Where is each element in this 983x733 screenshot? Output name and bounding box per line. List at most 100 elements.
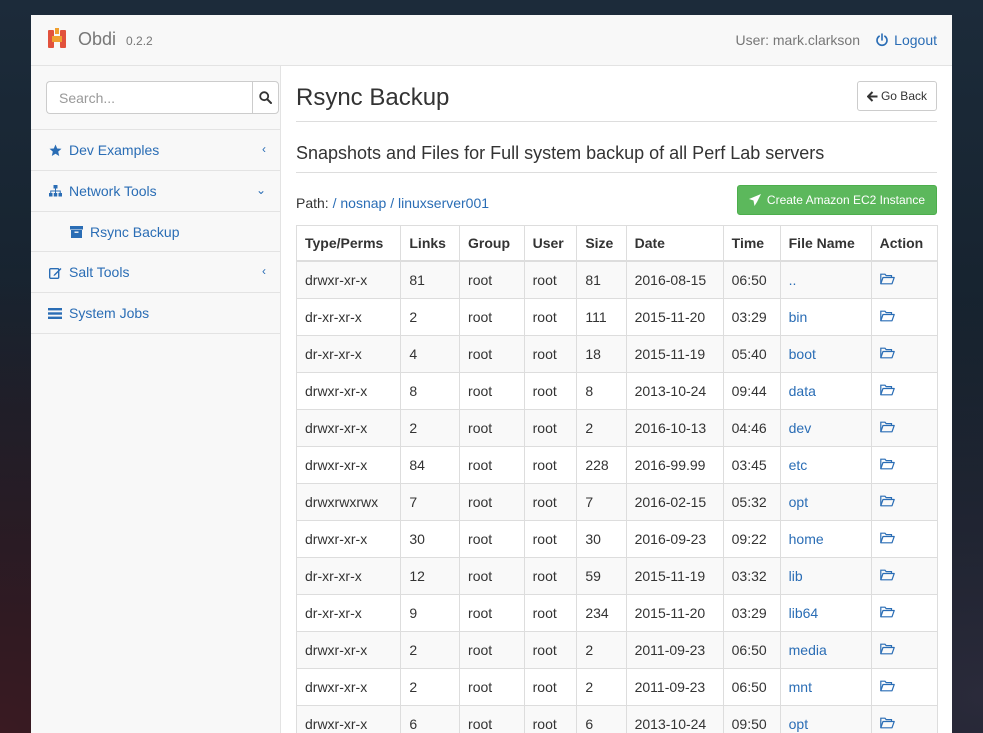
cell-size: 7 (576, 483, 627, 521)
column-header[interactable]: Links (400, 225, 461, 262)
create-ec2-instance-button[interactable]: Create Amazon EC2 Instance (736, 185, 937, 215)
path-link-nosnap[interactable]: nosnap (340, 195, 386, 211)
ec2-button-label: Create Amazon EC2 Instance (766, 193, 925, 207)
cell-type-perms: dr-xr-xr-x (295, 298, 402, 336)
table-row: dr-xr-xr-x 4 root root 18 2015-11-19 05:40 boot (295, 335, 939, 373)
folder-open-icon[interactable] (879, 457, 895, 473)
sidebar-item-rsync-backup[interactable]: Rsync Backup (31, 212, 280, 252)
cell-time: 05:32 (722, 483, 781, 521)
cell-date: 2015-11-19 (625, 557, 724, 595)
cell-user: root (523, 446, 578, 484)
power-icon (876, 33, 888, 47)
cell-links: 7 (400, 483, 461, 521)
cell-action (870, 260, 939, 299)
cell-file-name[interactable]: dev (779, 409, 872, 447)
cell-time: 03:29 (722, 298, 781, 336)
table-row: drwxrwxrwx 7 root root 7 2016-02-15 05:32 opt (295, 483, 939, 521)
sidebar-item-network-tools[interactable]: Network Tools ⌄ (31, 171, 280, 212)
cell-type-perms: drwxr-xr-x (295, 409, 402, 447)
column-header[interactable]: Type/Perms (295, 225, 402, 262)
column-header[interactable]: Group (459, 225, 525, 262)
folder-open-icon[interactable] (879, 420, 895, 436)
column-header[interactable]: File Name (779, 225, 872, 262)
cell-links: 30 (400, 520, 461, 558)
sidebar-item-label: Rsync Backup (90, 223, 180, 240)
cell-file-name[interactable]: mnt (779, 668, 872, 706)
folder-open-icon[interactable] (879, 679, 895, 695)
cell-links: 2 (400, 298, 461, 336)
cell-date: 2011-09-23 (625, 668, 724, 706)
cell-action (870, 705, 939, 733)
cell-file-name[interactable]: .. (779, 260, 872, 299)
folder-open-icon[interactable] (879, 272, 895, 288)
cell-group: root (459, 298, 525, 336)
cell-file-name[interactable]: opt (779, 483, 872, 521)
cell-action (870, 631, 939, 669)
cell-date: 2013-10-24 (625, 705, 724, 733)
table-row: drwxr-xr-x 81 root root 81 2016-08-15 06:50.. (295, 260, 939, 299)
column-header[interactable]: Size (576, 225, 627, 262)
cell-action (870, 483, 939, 521)
brand[interactable]: Obdi 0.2.2 (46, 27, 153, 51)
column-header[interactable]: Time (722, 225, 781, 262)
cell-date: 2015-11-20 (625, 594, 724, 632)
cell-file-name[interactable]: media (779, 631, 872, 669)
divider (296, 121, 937, 122)
folder-open-icon[interactable] (879, 309, 895, 325)
cell-size: 2 (576, 631, 627, 669)
cell-group: root (459, 260, 525, 299)
folder-open-icon[interactable] (879, 642, 895, 658)
cell-file-name[interactable]: etc (779, 446, 872, 484)
chevron-left-icon: ‹ (262, 142, 266, 156)
search-button[interactable] (252, 81, 279, 114)
cell-type-perms: drwxr-xr-x (295, 668, 402, 706)
sidebar: Dev Examples ‹ Network Tools ⌄ (31, 66, 281, 733)
cell-type-perms: drwxr-xr-x (295, 520, 402, 558)
cell-file-name[interactable]: data (779, 372, 872, 410)
folder-open-icon[interactable] (879, 568, 895, 584)
cell-type-perms: drwxrwxrwx (295, 483, 402, 521)
cell-date: 2016-10-13 (625, 409, 724, 447)
app-window: Obdi 0.2.2 User: mark.clarkson Logout Se… (31, 15, 952, 733)
column-header[interactable]: Date (625, 225, 724, 262)
folder-open-icon[interactable] (879, 494, 895, 510)
column-header[interactable]: User (523, 225, 578, 262)
cell-user: root (523, 631, 578, 669)
app-version: 0.2.2 (126, 34, 153, 48)
cell-user: root (523, 557, 578, 595)
cell-links: 84 (400, 446, 461, 484)
folder-open-icon[interactable] (879, 346, 895, 362)
folder-open-icon[interactable] (879, 383, 895, 399)
cell-group: root (459, 372, 525, 410)
cell-file-name[interactable]: boot (779, 335, 872, 373)
list-icon (48, 306, 62, 320)
cell-file-name[interactable]: home (779, 520, 872, 558)
path-separator: / (390, 195, 398, 211)
cell-action (870, 520, 939, 558)
path-link-linuxserver001[interactable]: linuxserver001 (398, 195, 489, 211)
search-input[interactable] (46, 81, 252, 114)
sidebar-item-salt-tools[interactable]: Salt Tools ‹ (31, 252, 280, 293)
logout-link[interactable]: Logout (875, 32, 937, 48)
table-header-row: Type/Perms Links Group User Size Date Ti… (295, 225, 939, 262)
folder-open-icon[interactable] (879, 605, 895, 621)
sidebar-item-system-jobs[interactable]: System Jobs (31, 293, 280, 334)
folder-open-icon[interactable] (879, 531, 895, 547)
sidebar-item-dev-examples[interactable]: Dev Examples ‹ (31, 130, 280, 171)
cell-file-name[interactable]: opt (779, 705, 872, 733)
go-back-button[interactable]: Go Back (856, 81, 937, 111)
path-label: Path: (296, 195, 329, 211)
cell-group: root (459, 705, 525, 733)
table-row: drwxr-xr-x 2 root root 2 2011-09-23 06:50 media (295, 631, 939, 669)
sidebar-item-label: Network Tools (69, 183, 157, 199)
cell-group: root (459, 446, 525, 484)
cell-file-name[interactable]: lib64 (779, 594, 872, 632)
cell-file-name[interactable]: lib (779, 557, 872, 595)
cell-time: 05:40 (722, 335, 781, 373)
cell-file-name[interactable]: bin (779, 298, 872, 336)
files-table: Type/Perms Links Group User Size Date Ti… (295, 225, 939, 733)
folder-open-icon[interactable] (879, 716, 895, 732)
table-row: drwxr-xr-x 30 root root 30 2016-09-23 09:22 hom… (295, 520, 939, 558)
divider (296, 172, 937, 173)
column-header[interactable]: Action (870, 225, 939, 262)
